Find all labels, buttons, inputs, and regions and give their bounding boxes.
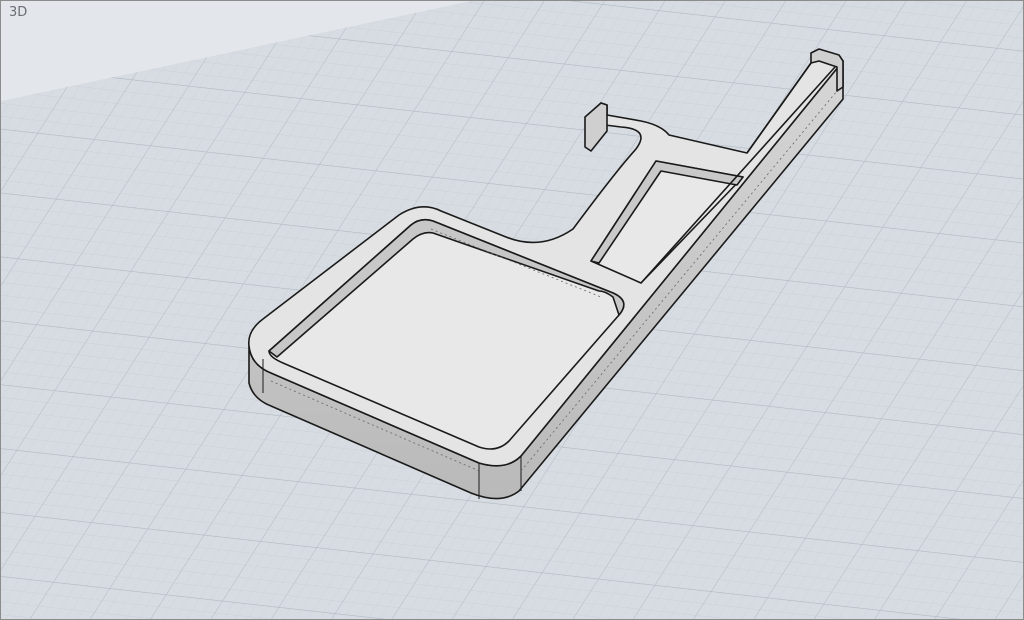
- viewport-3d[interactable]: 3D: [0, 0, 1024, 620]
- viewport-label[interactable]: 3D: [9, 5, 27, 20]
- scene-canvas[interactable]: [1, 1, 1023, 619]
